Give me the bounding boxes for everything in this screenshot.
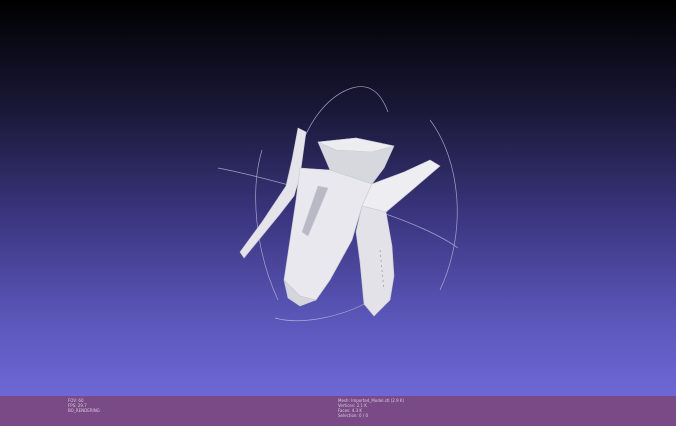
trackball-ring-outer (429, 119, 458, 291)
model-scene[interactable] (0, 0, 676, 396)
status-right-panel: Mesh: Imported_Model.stl (2.9 K) Vertice… (338, 398, 404, 418)
status-render-mode: BO_RENDERING (68, 408, 100, 413)
status-bar: FOV: 60 FPS: 29.7 BO_RENDERING Mesh: Imp… (0, 396, 676, 426)
trackball-ring-bottom (274, 299, 373, 322)
mesh-model[interactable] (239, 127, 441, 317)
3d-viewport[interactable] (0, 0, 676, 396)
status-selection: Selection: 0 / 0 (338, 413, 369, 418)
model-right-leg (355, 205, 395, 317)
status-left-panel: FOV: 60 FPS: 29.7 BO_RENDERING (68, 398, 100, 413)
